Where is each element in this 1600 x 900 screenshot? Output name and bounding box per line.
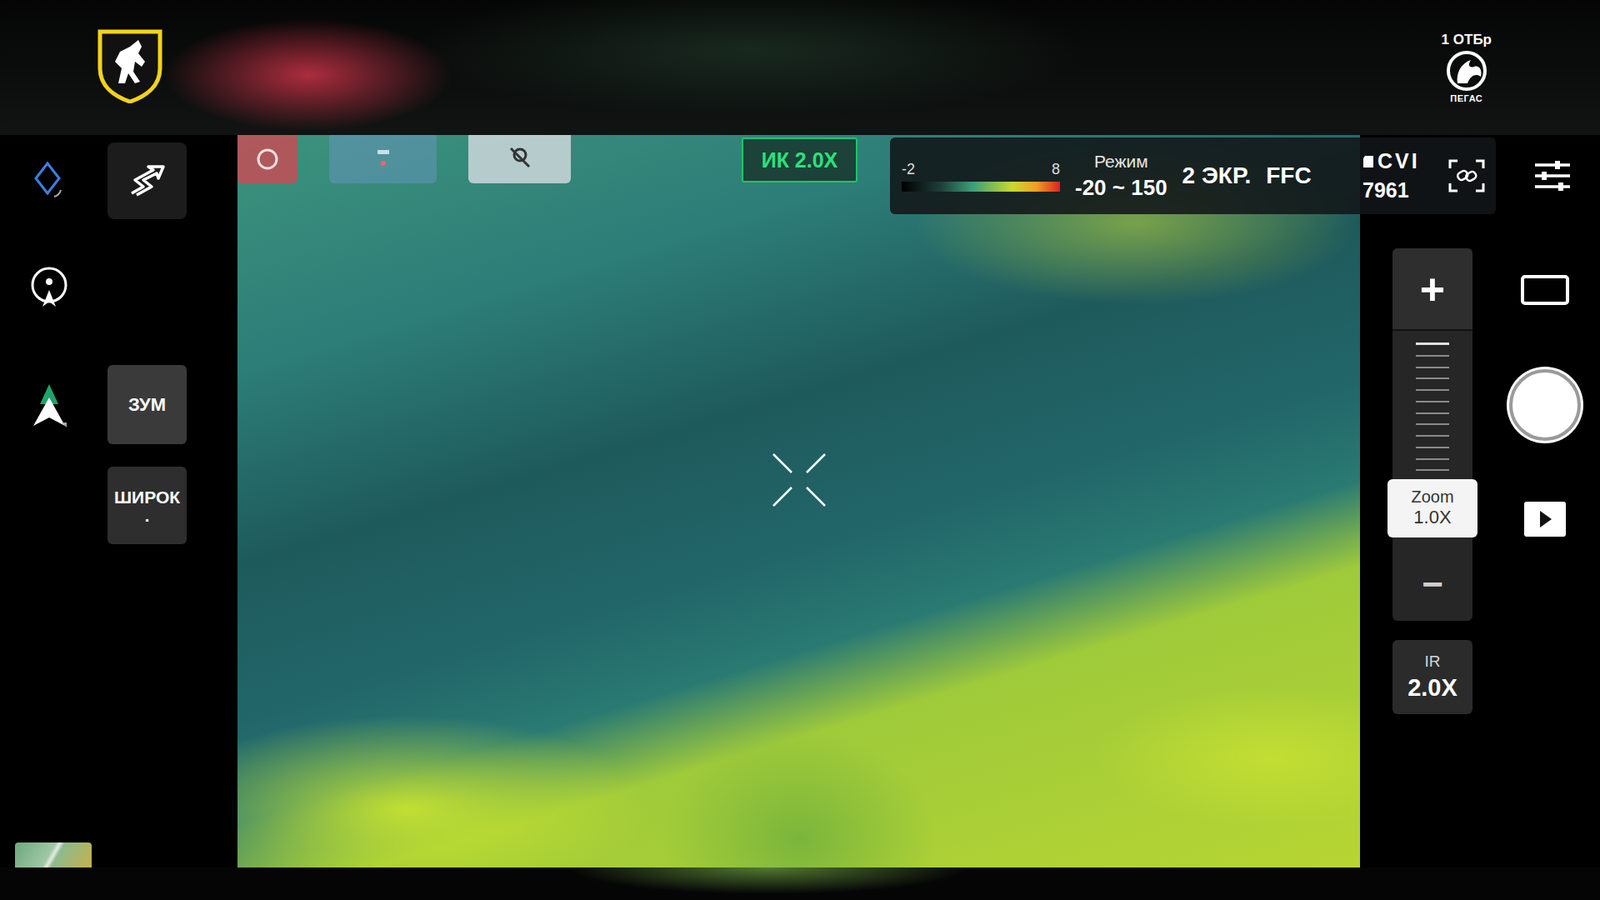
brand-name: ПЕГАС: [1450, 93, 1483, 104]
compass-arrow-icon[interactable]: [28, 379, 70, 431]
diamond-signal-icon[interactable]: [32, 160, 66, 202]
wide-mode-label: ШИРОК: [114, 487, 180, 508]
map-thumbnail[interactable]: [15, 842, 92, 868]
wide-mode-mark: .: [145, 507, 150, 525]
shutter-button[interactable]: [1509, 369, 1581, 441]
route-icon: [125, 161, 170, 200]
playback-icon[interactable]: [1524, 501, 1566, 537]
zoom-slider[interactable]: +Zoom1.0X−: [1392, 248, 1473, 621]
zoom-tick: [1415, 423, 1450, 425]
brand-unit: 1 ОТБр: [1441, 31, 1492, 49]
screens-toggle[interactable]: 2 ЭКР.: [1182, 162, 1252, 190]
mute-button[interactable]: [468, 135, 571, 184]
zoom-out-button[interactable]: −: [1392, 539, 1473, 621]
scale-max: 8: [1051, 160, 1060, 179]
bottom-band: [0, 867, 1600, 900]
zoom-tick: [1415, 412, 1450, 415]
zoom-tick: [1415, 389, 1450, 391]
faded-top-buttons: [237, 135, 571, 184]
zoom-tick: [1415, 469, 1450, 471]
top-band: 1 ОТБр ПЕГАС: [0, 0, 1600, 135]
zoom-in-button[interactable]: +: [1392, 248, 1473, 331]
app-row: ЗУМ ШИРОК. ИК 2.0X -2 8 Режим -20 ~ 150 2 ЭКР. F…: [0, 135, 1600, 868]
temperature-scale: -2 8: [901, 160, 1060, 192]
ffc-button[interactable]: FFC: [1265, 162, 1311, 190]
upload-icon: [370, 146, 396, 172]
pegasus-icon: [1442, 50, 1491, 92]
right-toolbar: CVI7961+Zoom1.0X−IR2.0X: [1360, 135, 1600, 868]
zoom-tick: [1415, 446, 1450, 449]
wide-mode-button[interactable]: ШИРОК.: [107, 466, 187, 545]
zoom-thumb[interactable]: Zoom1.0X: [1387, 479, 1478, 538]
location-icon[interactable]: [27, 265, 71, 312]
zoom-tick: [1415, 377, 1450, 380]
upload-button[interactable]: [329, 135, 437, 184]
record-icon: [255, 146, 280, 172]
camera-badge[interactable]: ИК 2.0X: [741, 137, 858, 183]
brand-logo: 1 ОТБр ПЕГАС: [1441, 31, 1492, 104]
zoom-tick: [1415, 366, 1450, 369]
link-frame-icon[interactable]: [1447, 158, 1486, 194]
ir-label: IR: [1425, 652, 1441, 671]
zoom-mode-label: ЗУМ: [128, 394, 166, 416]
crosshair-icon: [770, 450, 829, 510]
zoom-tick: [1415, 355, 1450, 357]
zoom-label: Zoom: [1410, 487, 1454, 507]
shield-horse-icon: [96, 28, 164, 104]
record-button[interactable]: [237, 135, 298, 184]
drone-ground-station: 1 ОТБр ПЕГАС ЗУМ ШИРОК. ИК 2.0X -2 8 Режим -20 ~…: [0, 0, 1600, 900]
sd-card-icon: [1362, 155, 1375, 169]
left-toolbar: ЗУМ ШИРОК.: [0, 135, 238, 868]
zoom-tick: [1415, 400, 1450, 403]
storage-value: 7961: [1362, 178, 1438, 203]
storage-info: CVI 7961: [1362, 149, 1438, 203]
flight-route-button[interactable]: [107, 142, 187, 220]
scale-min: -2: [901, 160, 915, 179]
crossed-icon: [505, 146, 535, 172]
zoom-tick: [1415, 342, 1450, 345]
scale-gradient-bar: [901, 181, 1060, 192]
zoom-mode-button[interactable]: ЗУМ: [107, 365, 187, 445]
storage-label: CVI: [1377, 149, 1420, 174]
screen-mode-icon[interactable]: [1520, 274, 1570, 306]
zoom-tick: [1415, 458, 1450, 460]
settings-sliders-icon[interactable]: [1533, 158, 1572, 194]
mode-range: -20 ~ 150: [1075, 175, 1168, 201]
mode-block[interactable]: Режим -20 ~ 150: [1075, 151, 1168, 201]
ir-zoom-button[interactable]: IR 2.0X: [1392, 640, 1473, 715]
zoom-track[interactable]: Zoom1.0X: [1392, 330, 1473, 540]
zoom-value: 1.0X: [1413, 506, 1451, 529]
thermal-feed: ИК 2.0X -2 8 Режим -20 ~ 150 2 ЭКР. FFC: [237, 135, 1360, 868]
thermal-scale-panel: -2 8 Режим -20 ~ 150 2 ЭКР. FFC: [890, 137, 1360, 215]
zoom-tick: [1415, 435, 1450, 437]
mode-label: Режим: [1094, 151, 1149, 172]
ir-value: 2.0X: [1407, 674, 1458, 702]
